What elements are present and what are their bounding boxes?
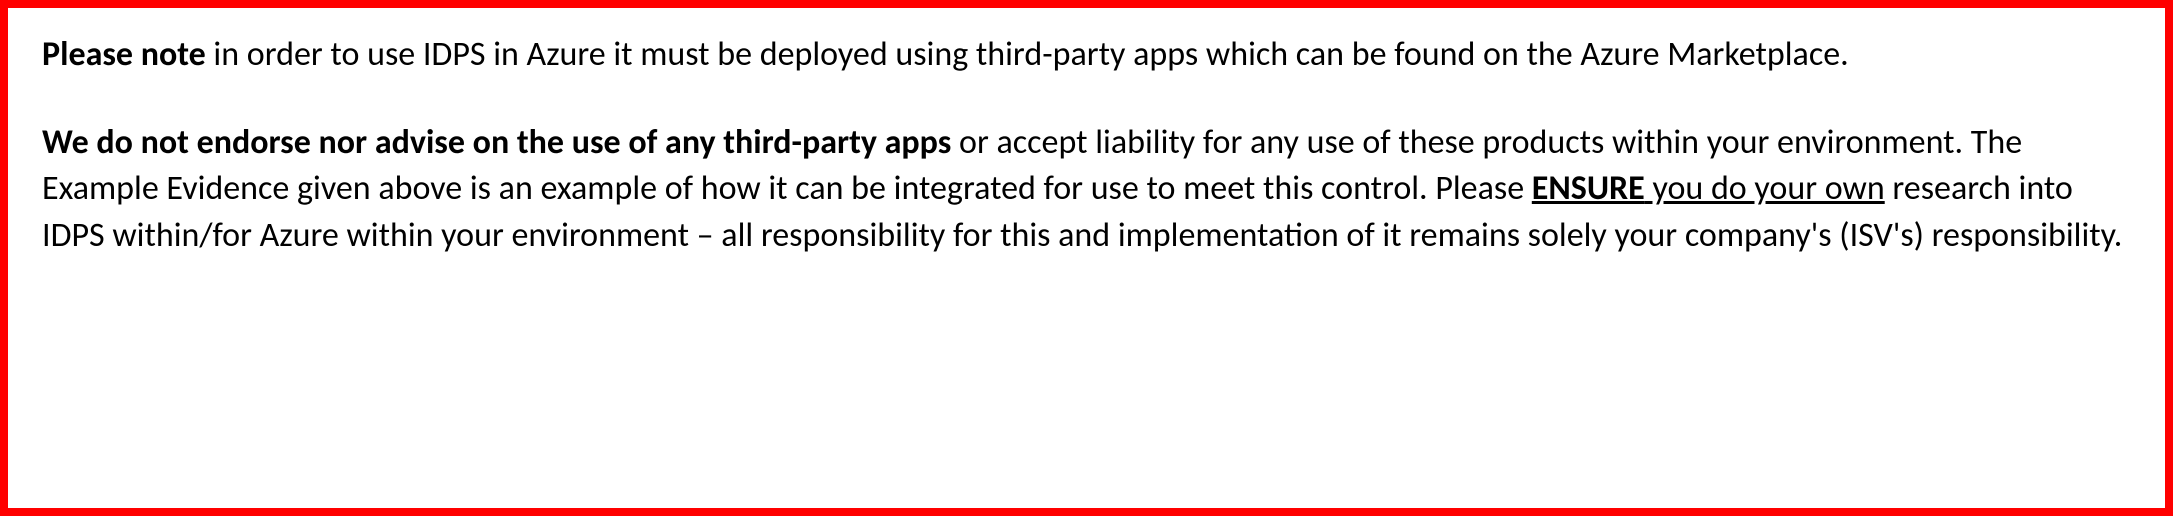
p2-bold-lead: We do not endorse nor advise on the use … xyxy=(42,122,951,163)
p1-bold-lead: Please note xyxy=(42,34,206,75)
warning-note-box: Please note in order to use IDPS in Azur… xyxy=(0,0,2173,516)
p2-underline-span: ENSURE you do your own xyxy=(1532,168,1885,209)
paragraph-2: We do not endorse nor advise on the use … xyxy=(42,120,2131,259)
p1-body: in order to use IDPS in Azure it must be… xyxy=(206,34,1849,75)
paragraph-1: Please note in order to use IDPS in Azur… xyxy=(42,32,2131,78)
p2-ensure: ENSURE xyxy=(1532,168,1645,209)
p2-underline-rest: you do your own xyxy=(1645,168,1885,209)
